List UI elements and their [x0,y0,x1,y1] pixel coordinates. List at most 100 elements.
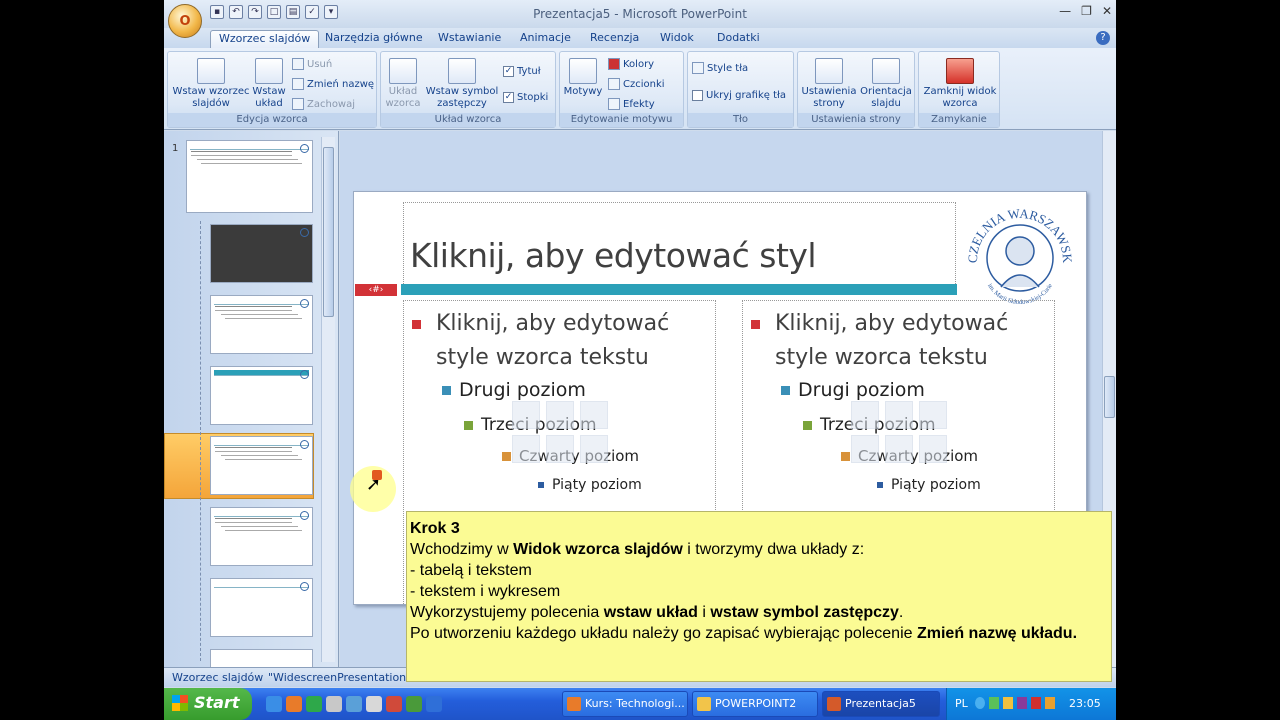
caption-line-1: Wchodzimy w Widok wzorca slajdów i tworz… [410,541,865,558]
delete-button[interactable]: Usuń [292,58,332,70]
bullet-square-icon [781,386,790,395]
tab-recenzja[interactable]: Recenzja [582,30,647,48]
insert-layout-button[interactable]: Wstaw układ [248,58,290,110]
insert-placeholder-button[interactable]: Wstaw symbol zastępczy [425,58,499,110]
insert-smartart-icon[interactable] [580,401,608,429]
caption-line-2: - tabelą i tekstem [410,562,532,579]
folder-icon [697,697,711,711]
themes-icon [569,58,597,84]
insert-slide-master-button[interactable]: Wstaw wzorzec slajdów [172,58,250,110]
close-master-view-button[interactable]: Zamknij widok wzorca [921,58,999,110]
insert-smartart-icon[interactable] [919,401,947,429]
master-layout-button[interactable]: Układ wzorca [383,58,423,110]
tray-icon[interactable] [989,697,999,709]
insert-layout-icon [255,58,283,84]
preserve-icon [292,98,304,110]
title-checkbox[interactable]: ✓ Tytuł [503,66,541,77]
powerpoint-icon [827,697,841,711]
tray-icon[interactable] [1045,697,1055,709]
firefox-icon[interactable] [286,696,302,712]
thumbnail-master[interactable] [186,140,313,213]
start-button[interactable]: Start [164,688,252,720]
skype-icon[interactable] [306,696,322,712]
tray-icon[interactable] [1017,697,1027,709]
logo-icon [300,228,309,237]
insert-media-icon[interactable] [580,435,608,463]
quicklaunch-icon[interactable] [406,696,422,712]
slide-orientation-icon [872,58,900,84]
checkbox-unchecked-icon [692,90,703,101]
tab-wstawianie[interactable]: Wstawianie [430,30,509,48]
slide-orientation-button[interactable]: Orientacja slajdu [858,58,914,110]
bullet-square-icon [502,452,511,461]
thumbnail-layout-comparison[interactable] [210,507,313,566]
group-title: Układ wzorca [381,113,555,127]
insert-table-icon[interactable] [512,401,540,429]
tray-icon[interactable] [1003,697,1013,709]
fonts-button[interactable]: Czcionki [608,78,665,90]
scrollbar-thumb[interactable] [1104,376,1115,418]
thumbnail-layout-blank[interactable] [210,649,313,667]
logo-icon [300,440,309,449]
themes-button[interactable]: Motywy [562,58,604,98]
rename-button[interactable]: Zmień nazwę [292,78,374,90]
windows-logo-icon [172,695,188,711]
ie-icon[interactable] [266,696,282,712]
thumbnail-layout-two-content[interactable] [210,436,313,495]
insert-media-icon[interactable] [919,435,947,463]
page-setup-icon [815,58,843,84]
windows-taskbar: Start Kurs: Technologi... POWERPOINT2 Pr… [164,688,1116,720]
colors-button[interactable]: Kolory [608,58,654,70]
insert-picture-icon[interactable] [851,435,879,463]
status-view: Wzorzec slajdów [172,671,264,684]
effects-button[interactable]: Efekty [608,98,655,110]
thumbnail-layout-section[interactable] [210,366,313,425]
quicklaunch-icon[interactable] [386,696,402,712]
tab-wzorzec-slajdow[interactable]: Wzorzec slajdów [210,30,320,48]
tab-animacje[interactable]: Animacje [512,30,579,48]
preserve-button[interactable]: Zachowaj [292,98,355,110]
insert-clipart-icon[interactable] [885,435,913,463]
task-firefox[interactable]: Kurs: Technologi... [562,691,688,717]
insert-clipart-icon[interactable] [546,435,574,463]
page-setup-button[interactable]: Ustawienia strony [800,58,858,110]
hide-background-checkbox[interactable]: Ukryj grafikę tła [692,90,786,101]
group-uklad-wzorca: Układ wzorca Wstaw symbol zastępczy ✓ Tyt… [380,51,556,128]
scrollbar-thumb[interactable] [323,147,334,317]
quicklaunch-icon[interactable] [326,696,342,712]
system-tray: PL 23:05 [946,688,1116,720]
insert-table-icon[interactable] [851,401,879,429]
tab-widok[interactable]: Widok [652,30,702,48]
footers-checkbox[interactable]: ✓ Stopki [503,92,548,103]
thumbnails-scrollbar[interactable] [321,137,335,662]
tab-dodatki[interactable]: Dodatki [709,30,768,48]
group-title: Zamykanie [919,113,999,127]
help-icon[interactable]: ? [1096,31,1110,45]
tray-icon[interactable] [1031,697,1041,709]
quicklaunch-icon[interactable] [426,696,442,712]
background-styles-icon [692,62,704,74]
close-icon[interactable]: ✕ [1102,4,1112,18]
language-indicator[interactable]: PL [955,697,968,710]
group-edytowanie-motywu: Motywy Kolory Czcionki Efekty Edytowanie… [559,51,684,128]
caption-line-3: - tekstem i wykresem [410,583,561,600]
restore-icon[interactable]: ❐ [1081,4,1092,18]
task-powerpoint[interactable]: Prezentacja5 [822,691,940,717]
tray-icon[interactable] [975,697,985,709]
thumbnail-layout-content[interactable] [210,295,313,354]
insert-placeholder-icon [448,58,476,84]
task-folder[interactable]: POWERPOINT2 [692,691,818,717]
minimize-icon[interactable]: — [1059,4,1071,18]
slide-title: Kliknij, aby edytować styl [410,236,817,275]
quicklaunch-icon[interactable] [366,696,382,712]
ribbon-tabs: Wzorzec slajdów Narzędzia główne Wstawia… [164,28,1116,48]
office-button[interactable]: O [168,4,202,38]
insert-chart-icon[interactable] [546,401,574,429]
background-styles-button[interactable]: Style tła [692,62,748,74]
tab-narzedzia-glowne[interactable]: Narzędzia główne [317,30,431,48]
thumbnail-layout-title[interactable] [210,224,313,283]
quicklaunch-icon[interactable] [346,696,362,712]
thumbnail-layout-title-only[interactable] [210,578,313,637]
insert-picture-icon[interactable] [512,435,540,463]
insert-chart-icon[interactable] [885,401,913,429]
